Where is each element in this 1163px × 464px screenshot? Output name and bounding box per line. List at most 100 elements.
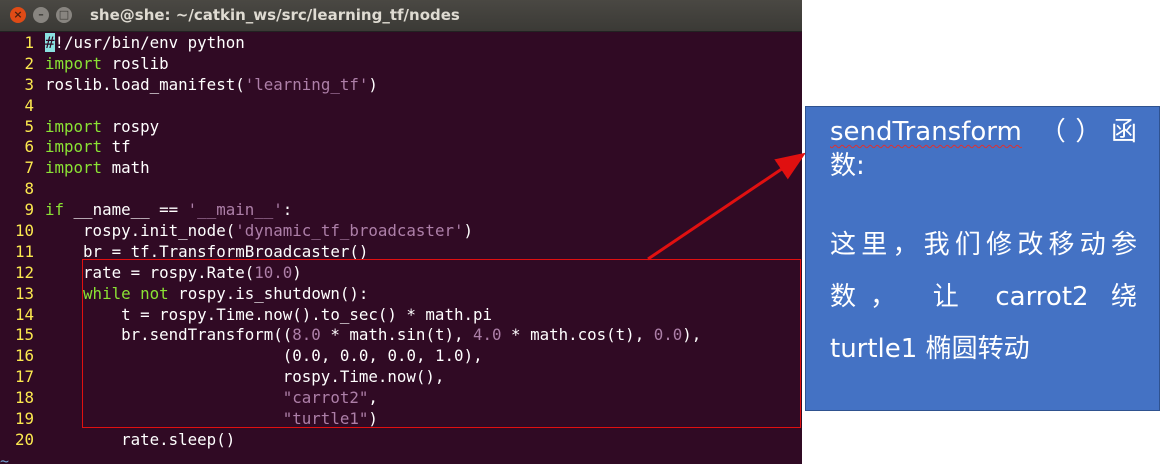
code-token: * math.sin(t), [320, 325, 473, 345]
callout-title-function: sendTransform [830, 117, 1022, 147]
line-number: 16 [14, 346, 34, 366]
code-line[interactable]: 12 rate = rospy.Rate(10.0) [0, 263, 802, 284]
code-token: 'dynamic_tf_broadcaster' [235, 221, 464, 241]
callout-title: sendTransform （）函数: [830, 115, 1137, 183]
code-token: while [83, 283, 131, 303]
code-token: 'learning_tf' [244, 74, 369, 94]
code-line[interactable]: 18 "carrot2", [0, 388, 802, 409]
code-token: 0.0 [292, 346, 321, 366]
code-token: ) [368, 74, 378, 94]
line-number: 11 [14, 241, 34, 261]
maximize-icon: □ [58, 8, 70, 21]
code-token: roslib.load_manifest( [45, 74, 245, 94]
line-number: 19 [14, 409, 34, 429]
code-token: 0.0 [653, 325, 683, 345]
callout-box: sendTransform （）函数: 这里，我们修改移动参数， 让 carro… [805, 106, 1160, 411]
maximize-button[interactable]: □ [56, 7, 72, 23]
code-token: , [320, 346, 340, 366]
code-token: not [140, 283, 169, 303]
code-line[interactable]: 11 br = tf.TransformBroadcaster() [0, 242, 802, 263]
line-number: 5 [24, 116, 34, 136]
line-number: 4 [24, 95, 34, 115]
callout-body: 这里，我们修改移动参数， 让 carrot2 绕 turtle1 椭圆转动 [830, 230, 1137, 364]
line-number: 18 [14, 388, 34, 408]
close-button[interactable]: × [10, 7, 26, 23]
line-number: 17 [14, 367, 34, 387]
code-token: 4.0 [473, 325, 502, 345]
close-icon: × [13, 8, 23, 21]
code-line[interactable]: 4 [0, 96, 802, 117]
code-line[interactable]: 20 rate.sleep() [0, 430, 802, 451]
code-line[interactable]: 10 rospy.init_node('dynamic_tf_broadcast… [0, 221, 802, 242]
code-line[interactable]: 6 import tf [0, 137, 802, 158]
code-token: math [102, 158, 150, 178]
line-number: 10 [14, 221, 34, 241]
line-number: 20 [14, 429, 34, 449]
code-token: rospy.Time.now(), [45, 367, 445, 387]
code-line[interactable]: 15 br.sendTransform((8.0 * math.sin(t), … [0, 325, 802, 346]
line-number: 7 [24, 158, 34, 178]
code-token: 1.0 [435, 346, 464, 366]
code-line[interactable]: 13 while not rospy.is_shutdown(): [0, 284, 802, 305]
code-line[interactable]: 16 (0.0, 0.0, 0.0, 1.0), [0, 346, 802, 367]
code-token: "carrot2" [282, 388, 369, 408]
code-line[interactable]: 2 import roslib [0, 54, 802, 75]
code-token: rospy.is_shutdown(): [168, 283, 369, 303]
code-token: 10.0 [254, 262, 293, 282]
code-token: 0.0 [387, 346, 416, 366]
empty-line-tilde: ~ [0, 452, 10, 464]
code-token: rospy.init_node( [45, 221, 236, 241]
code-line[interactable]: 3 roslib.load_manifest('learning_tf') [0, 75, 802, 96]
code-token: : [282, 200, 293, 220]
code-token: rate.sleep() [45, 429, 236, 449]
code-line[interactable]: 1 #!/usr/bin/env python [0, 33, 802, 54]
code-token: ) [292, 262, 302, 282]
code-editor[interactable]: 1 #!/usr/bin/env python 2 import roslib 3 ros… [0, 33, 802, 451]
code-line[interactable]: 19 "turtle1") [0, 409, 802, 430]
code-line[interactable]: 8 [0, 179, 802, 200]
line-number: 13 [14, 283, 34, 303]
code-token: import [45, 137, 103, 157]
code-line[interactable]: 5 import rospy [0, 117, 802, 138]
line-number: 3 [24, 74, 34, 94]
code-token: 8.0 [292, 325, 321, 345]
code-token: br = tf.TransformBroadcaster() [45, 241, 369, 261]
code-line[interactable]: 7 import math [0, 158, 802, 179]
code-line[interactable]: 9 if __name__ == '__main__': [0, 200, 802, 221]
code-token: import [45, 158, 103, 178]
code-line[interactable]: 14 t = rospy.Time.now().to_sec() * math.… [0, 305, 802, 326]
code-token: , [415, 346, 436, 366]
minimize-icon: – [38, 8, 44, 21]
code-token: , [368, 388, 378, 408]
code-token: 0.0 [339, 346, 369, 366]
code-token: ), [463, 346, 483, 366]
line-number: 6 [24, 137, 34, 157]
line-number: 9 [24, 200, 34, 220]
code-line[interactable]: 17 rospy.Time.now(), [0, 367, 802, 388]
code-token: if [45, 200, 65, 220]
title-bar[interactable]: × – □ she@she: ~/catkin_ws/src/learning_… [0, 0, 802, 32]
code-token: , [368, 346, 388, 366]
code-token: import [45, 116, 103, 136]
code-token: !/usr/bin/env python [54, 33, 245, 52]
code-token: '__main__' [187, 200, 283, 220]
line-number: 8 [24, 179, 34, 199]
minimize-button[interactable]: – [33, 7, 49, 23]
code-token: ), [682, 325, 702, 345]
code-token: ) [463, 221, 473, 241]
terminal-window[interactable]: × – □ she@she: ~/catkin_ws/src/learning_… [0, 0, 802, 464]
code-token: ) [368, 409, 378, 429]
code-token: "turtle1" [282, 409, 369, 429]
line-number: 15 [14, 325, 34, 345]
code-token: roslib [102, 53, 169, 73]
line-number: 12 [14, 262, 34, 282]
text-cursor: # [45, 33, 55, 52]
line-number: 1 [24, 33, 34, 52]
code-token: t = rospy.Time.now().to_sec() * math.pi [45, 304, 492, 324]
code-token: rate = rospy.Rate( [45, 262, 255, 282]
code-token: rospy [102, 116, 160, 136]
